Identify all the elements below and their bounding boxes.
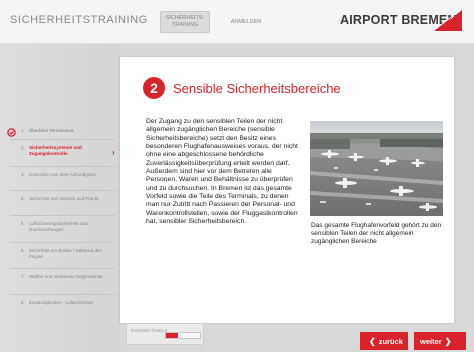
completed-check-icon [7, 128, 16, 137]
chapter-number-badge: 2 [143, 77, 165, 99]
chapter-number: 2. [21, 145, 25, 150]
nav-divider [10, 242, 116, 243]
back-label: zurück [378, 336, 403, 346]
app-title: SICHERHEITSTRAINING [10, 14, 148, 26]
progress-label: Fortschritt Thema 2 [131, 328, 168, 333]
next-button[interactable]: weiter ❯ [414, 332, 466, 350]
nav-divider [10, 166, 116, 167]
chapter-number: 6. [21, 248, 25, 253]
top-bar: SICHERHEITSTRAINING SICHERHEITS-TRAINING… [0, 0, 474, 44]
chapter-number: 5. [21, 221, 25, 226]
chevron-right-icon: ❯ [444, 336, 452, 346]
nav-divider [10, 139, 116, 140]
airport-apron-photo [310, 121, 443, 216]
chevron-left-icon: ❮ [369, 336, 376, 346]
next-label: weiter [420, 336, 442, 346]
chapter-number: 1. [21, 128, 25, 133]
nav-divider [10, 190, 116, 191]
page-title: Sensible Sicherheitsbereiche [173, 81, 341, 96]
chapter-number: 8. [21, 300, 25, 305]
chapter-label: Sicherheit am Boden / während des Fluges [29, 248, 102, 259]
chapter-label: Sicherheit von Gepäck und Fracht [29, 196, 99, 201]
progress-track [165, 332, 201, 339]
body-text: Der Zugang zu den sensiblen Teilen der n… [146, 118, 298, 226]
chapter-number: 4. [21, 196, 25, 201]
chapter-label: Waffen und verbotene Gegenstände [29, 274, 103, 279]
current-chapter-arrow-icon: › [112, 148, 115, 157]
back-button[interactable]: ❮ zurück [360, 332, 408, 350]
nav-divider [10, 294, 116, 295]
chapter-label: Sicherheitssysteme und Zugangskontrolle [29, 145, 82, 156]
chapter-label: Überblick Terrorismus [29, 128, 74, 133]
nav-divider [10, 215, 116, 216]
photo-caption: Das gesamte Flughafenvorfeld gehört zu d… [311, 222, 442, 245]
progress-fill [166, 333, 178, 338]
nav-divider [10, 268, 116, 269]
chapter-label: Kontrollen von dem Ankunftgelan [29, 172, 97, 177]
chapter-label: Zuständigkeiten - Luftsicherheit [29, 300, 93, 305]
tab-sicherheitstraining[interactable]: SICHERHEITS-TRAINING [160, 11, 210, 33]
chapter-number: 7. [21, 274, 25, 279]
airport-logo-icon [432, 10, 462, 31]
tab-anmelden[interactable]: ANMELDEN [226, 11, 266, 33]
progress-indicator: Fortschritt Thema 2 [126, 323, 204, 345]
chapter-number: 3. [21, 172, 25, 177]
chapter-label: Luftsicherungssicherheit und Durchsuchun… [29, 221, 88, 232]
